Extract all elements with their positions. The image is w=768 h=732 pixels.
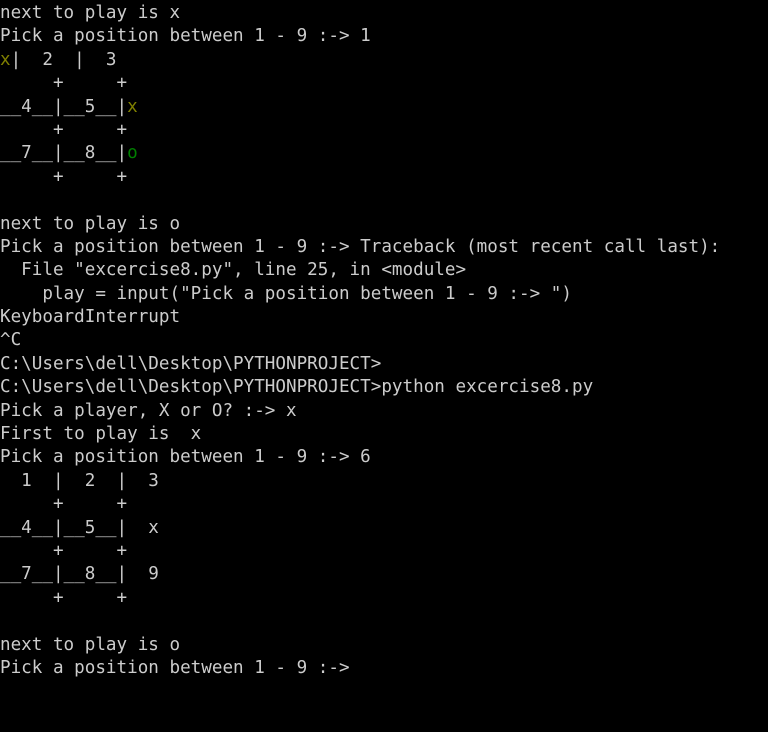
terminal-line: + + bbox=[0, 166, 768, 189]
terminal-text: ^C bbox=[0, 330, 22, 351]
terminal-text: + + bbox=[0, 494, 128, 515]
terminal-line: __7__|__8__|o bbox=[0, 142, 768, 165]
terminal-line: + + bbox=[0, 493, 768, 516]
terminal-line: + + bbox=[0, 540, 768, 563]
board-marker-x: x bbox=[127, 96, 138, 117]
terminal-text: + + bbox=[0, 119, 128, 140]
terminal-text: + + bbox=[0, 166, 128, 187]
terminal-line: next to play is x bbox=[0, 2, 768, 25]
terminal-text: C:\Users\dell\Desktop\PYTHONPROJECT>pyth… bbox=[0, 377, 594, 398]
terminal-line: File "excercise8.py", line 25, in <modul… bbox=[0, 259, 768, 282]
terminal-text: + + bbox=[0, 540, 128, 561]
terminal-line: next to play is o bbox=[0, 213, 768, 236]
terminal-text: next to play is o bbox=[0, 634, 181, 655]
terminal-line: __4__|__5__|x bbox=[0, 96, 768, 119]
terminal-line: C:\Users\dell\Desktop\PYTHONPROJECT> bbox=[0, 353, 768, 376]
terminal-line: x| 2 | 3 bbox=[0, 49, 768, 72]
terminal-text: next to play is o bbox=[0, 213, 181, 234]
terminal-text: + + bbox=[0, 587, 128, 608]
terminal-line: Pick a position between 1 - 9 :-> 6 bbox=[0, 446, 768, 469]
terminal-text: play = input("Pick a position between 1 … bbox=[0, 283, 572, 304]
terminal-line: 1 | 2 | 3 bbox=[0, 470, 768, 493]
terminal-text: __7__|__8__| bbox=[0, 143, 128, 164]
terminal-text: Pick a position between 1 - 9 :-> Traceb… bbox=[0, 236, 721, 257]
terminal-line: C:\Users\dell\Desktop\PYTHONPROJECT>pyth… bbox=[0, 376, 768, 399]
terminal-line: + + bbox=[0, 72, 768, 95]
board-marker-o: o bbox=[127, 143, 138, 164]
terminal-text: 1 | 2 | 3 bbox=[0, 470, 159, 491]
terminal-line: + + bbox=[0, 587, 768, 610]
terminal-line: Pick a position between 1 - 9 :-> Traceb… bbox=[0, 236, 768, 259]
terminal-line: Pick a player, X or O? :-> x bbox=[0, 400, 768, 423]
terminal-line: __4__|__5__| x bbox=[0, 517, 768, 540]
terminal-text: | 2 | 3 bbox=[10, 49, 117, 70]
terminal-text: + + bbox=[0, 73, 128, 94]
board-marker-x: x bbox=[0, 49, 11, 70]
terminal-text: next to play is x bbox=[0, 3, 181, 23]
terminal-line: Pick a position between 1 - 9 :-> 1 bbox=[0, 25, 768, 48]
terminal-text: __4__|__5__| x bbox=[0, 517, 159, 538]
terminal-text: Pick a position between 1 - 9 :-> 6 bbox=[0, 447, 371, 468]
terminal-line: next to play is o bbox=[0, 634, 768, 657]
terminal-text: KeyboardInterrupt bbox=[0, 307, 181, 328]
terminal-screen[interactable]: next to play is x Pick a position between… bbox=[0, 0, 768, 732]
terminal-text: Pick a player, X or O? :-> x bbox=[0, 400, 297, 421]
terminal-line: ^C bbox=[0, 329, 768, 352]
terminal-line: First to play is x bbox=[0, 423, 768, 446]
terminal-text: Pick a position between 1 - 9 :-> bbox=[0, 657, 361, 678]
terminal-text: __4__|__5__| bbox=[0, 96, 128, 117]
terminal-line: play = input("Pick a position between 1 … bbox=[0, 283, 768, 306]
terminal-text: C:\Users\dell\Desktop\PYTHONPROJECT> bbox=[0, 353, 382, 374]
terminal-line: __7__|__8__| 9 bbox=[0, 563, 768, 586]
terminal-text: Pick a position between 1 - 9 :-> 1 bbox=[0, 26, 371, 47]
terminal-line: + + bbox=[0, 119, 768, 142]
terminal-text: First to play is x bbox=[0, 424, 202, 445]
terminal-text: __7__|__8__| 9 bbox=[0, 564, 159, 585]
terminal-text: File "excercise8.py", line 25, in <modul… bbox=[0, 260, 467, 281]
terminal-line: KeyboardInterrupt bbox=[0, 306, 768, 329]
terminal-line: Pick a position between 1 - 9 :-> bbox=[0, 657, 768, 680]
